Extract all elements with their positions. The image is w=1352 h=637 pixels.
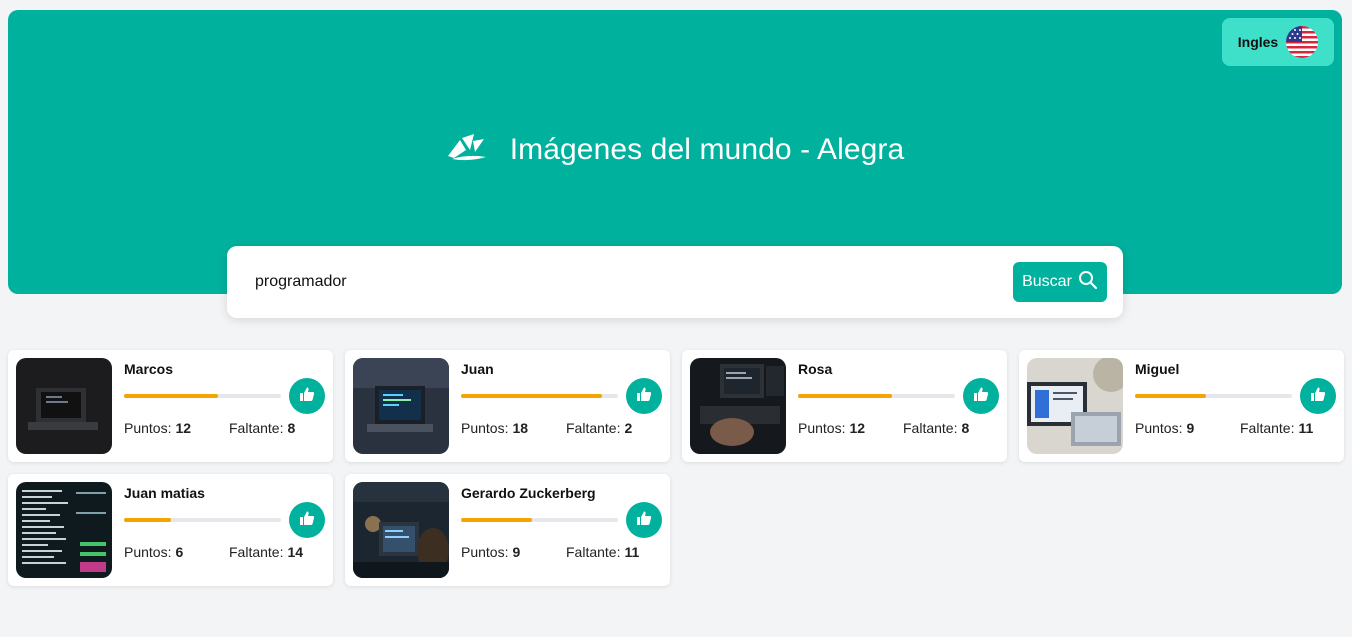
points-label: Puntos: (1135, 420, 1183, 436)
progress-bar (461, 518, 618, 522)
points-value: 12 (849, 420, 866, 436)
seller-card: Rosa Puntos: 12 Faltante: 8 (682, 350, 1007, 462)
seller-name: Juan matias (124, 485, 205, 501)
like-button[interactable] (1300, 378, 1336, 414)
like-button[interactable] (289, 378, 325, 414)
points-value: 6 (175, 544, 184, 560)
missing-value: 11 (624, 544, 640, 560)
seller-image (1027, 358, 1123, 454)
missing-label: Faltante: (566, 420, 621, 436)
title-row: Imágenes del mundo - Alegra (8, 132, 1342, 167)
seller-image (16, 358, 112, 454)
points-label: Puntos: (461, 544, 509, 560)
search-input[interactable] (255, 273, 1013, 291)
thumbs-up-icon (299, 510, 315, 531)
seller-card: Juan Puntos: 18 Faltante: 2 (345, 350, 670, 462)
progress-bar (798, 394, 955, 398)
seller-image (16, 482, 112, 578)
missing-value: 11 (1298, 420, 1314, 436)
progress-fill (124, 394, 219, 398)
points-value: 12 (175, 420, 192, 436)
missing-label: Faltante: (1240, 420, 1295, 436)
progress-fill (461, 394, 603, 398)
seller-name: Rosa (798, 361, 833, 377)
points-value: 9 (512, 544, 521, 560)
progress-fill (1135, 394, 1206, 398)
like-button[interactable] (626, 378, 662, 414)
search-button[interactable]: Buscar (1013, 262, 1107, 302)
missing-value: 8 (287, 420, 296, 436)
missing-label: Faltante: (229, 544, 284, 560)
alegra-logo-icon (446, 132, 488, 167)
progress-bar (1135, 394, 1292, 398)
search-icon (1078, 270, 1098, 295)
language-button[interactable]: Ingles (1222, 18, 1334, 66)
search-bar: Buscar (227, 246, 1123, 318)
thumbs-up-icon (973, 386, 989, 407)
missing-label: Faltante: (566, 544, 621, 560)
points-label: Puntos: (124, 544, 172, 560)
seller-card: Juan matias Puntos: 6 Faltante: 14 (8, 474, 333, 586)
progress-fill (798, 394, 893, 398)
points-value: 18 (512, 420, 529, 436)
seller-card: Miguel Puntos: 9 Faltante: 11 (1019, 350, 1344, 462)
seller-image (353, 482, 449, 578)
like-button[interactable] (289, 502, 325, 538)
seller-image (353, 358, 449, 454)
missing-value: 14 (287, 544, 304, 560)
missing-label: Faltante: (229, 420, 284, 436)
progress-bar (461, 394, 618, 398)
missing-value: 8 (961, 420, 970, 436)
points-label: Puntos: (124, 420, 172, 436)
like-button[interactable] (626, 502, 662, 538)
points-label: Puntos: (798, 420, 846, 436)
thumbs-up-icon (1310, 386, 1326, 407)
thumbs-up-icon (636, 386, 652, 407)
progress-bar (124, 518, 281, 522)
like-button[interactable] (963, 378, 999, 414)
thumbs-up-icon (299, 386, 315, 407)
missing-label: Faltante: (903, 420, 958, 436)
seller-card: Marcos Puntos: 12 Faltante: 8 (8, 350, 333, 462)
seller-name: Marcos (124, 361, 174, 377)
thumbs-up-icon (636, 510, 652, 531)
seller-grid: Marcos Puntos: 12 Faltante: 8 Juan Puntos:… (8, 350, 1344, 586)
seller-image (690, 358, 786, 454)
missing-value: 2 (624, 420, 633, 436)
seller-name: Gerardo Zuckerberg (461, 485, 596, 501)
seller-name: Miguel (1135, 361, 1180, 377)
search-button-label: Buscar (1022, 273, 1072, 290)
points-value: 9 (1186, 420, 1195, 436)
progress-fill (461, 518, 532, 522)
us-flag-icon (1286, 26, 1319, 58)
seller-card: Gerardo Zuckerberg Puntos: 9 Faltante: 11 (345, 474, 670, 586)
language-label: Ingles (1237, 34, 1279, 50)
page-title: Imágenes del mundo - Alegra (509, 132, 905, 166)
points-label: Puntos: (461, 420, 509, 436)
progress-fill (124, 518, 172, 522)
seller-name: Juan (461, 361, 494, 377)
progress-bar (124, 394, 281, 398)
